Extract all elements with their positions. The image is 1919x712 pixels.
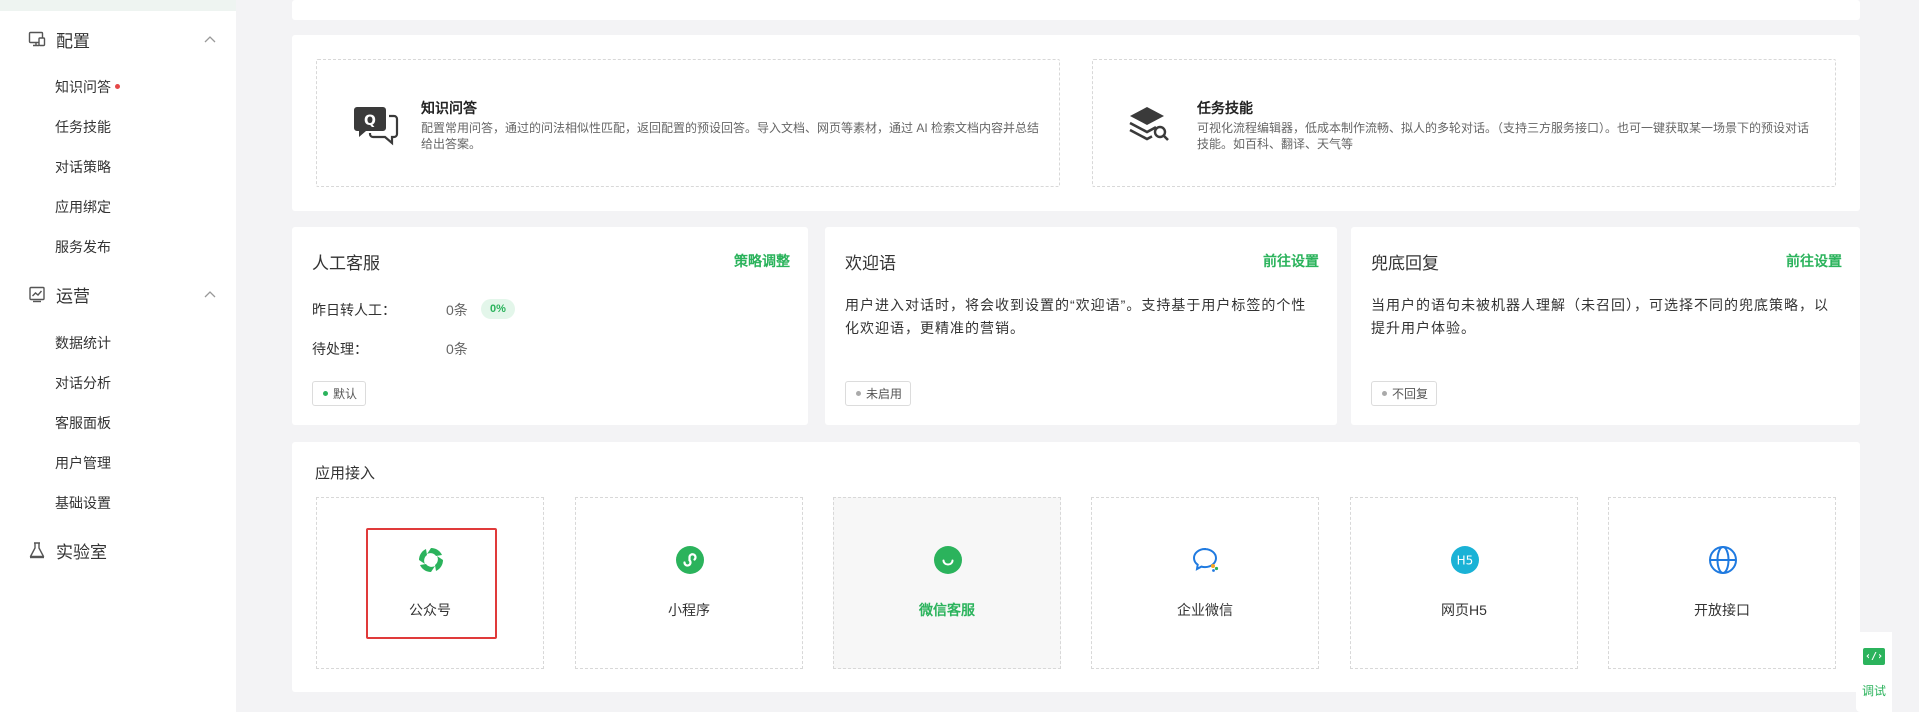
app-tile-official-account[interactable]: 公众号 xyxy=(316,497,544,669)
sidebar-section-label: 运营 xyxy=(56,286,90,306)
sidebar-item-qa[interactable]: 知识问答 xyxy=(55,76,120,98)
sidebar-item-label: 服务发布 xyxy=(55,239,111,255)
sidebar-item-task-skills[interactable]: 任务技能 xyxy=(55,116,111,138)
section-title: 应用接入 xyxy=(315,465,376,482)
welcome-settings-link[interactable]: 前往设置 xyxy=(1263,251,1319,271)
skill-title: 知识问答 xyxy=(421,100,477,116)
status-tag-label: 默认 xyxy=(333,387,358,401)
sidebar-item-label: 数据统计 xyxy=(55,335,111,351)
debug-button[interactable]: ‹/› 调试 xyxy=(1856,632,1892,712)
strategy-adjust-link[interactable]: 策略调整 xyxy=(734,251,790,271)
sidebar-item-label: 对话分析 xyxy=(55,375,111,391)
monitor-icon xyxy=(28,30,46,48)
sidebar-item-label: 基础设置 xyxy=(55,495,111,511)
sidebar-item-service-panel[interactable]: 客服面板 xyxy=(55,412,111,434)
sidebar-item-label: 任务技能 xyxy=(55,119,111,135)
sidebar-item-label: 用户管理 xyxy=(55,455,111,471)
sidebar-selected-item-remnant[interactable] xyxy=(0,0,236,11)
sidebar-item-app-binding[interactable]: 应用绑定 xyxy=(55,196,111,218)
official-account-icon xyxy=(415,544,447,576)
sidebar-item-data-stats[interactable]: 数据统计 xyxy=(55,332,111,354)
app-label: 微信客服 xyxy=(919,602,975,618)
welcome-message-card: 欢迎语 前往设置 用户进入对话时，将会收到设置的“欢迎语”。支持基于用户标签的个… xyxy=(825,227,1337,425)
status-tag-label: 不回复 xyxy=(1392,387,1429,401)
app-tile-mini-program[interactable]: 小程序 xyxy=(575,497,803,669)
status-tag-no-reply[interactable]: 不回复 xyxy=(1371,381,1438,406)
status-dot xyxy=(323,391,328,396)
notification-dot xyxy=(115,83,120,89)
sidebar-item-label: 客服面板 xyxy=(55,415,111,431)
skill-desc: 可视化流程编辑器，低成本制作流畅、拟人的多轮对话。（支持三方服务接口）。也可一键… xyxy=(1197,121,1810,151)
chevron-up-icon[interactable] xyxy=(202,31,218,47)
status-tag-disabled[interactable]: 未启用 xyxy=(845,381,912,406)
sidebar-item-dialog-strategy[interactable]: 对话策略 xyxy=(55,156,111,178)
app-label: 开放接口 xyxy=(1694,602,1750,618)
status-dot xyxy=(856,391,861,396)
yesterday-transfer-value: 0条 xyxy=(446,302,468,318)
pending-value: 0条 xyxy=(446,341,468,357)
sidebar-item-label: 应用绑定 xyxy=(55,199,111,215)
app-label: 网页H5 xyxy=(1441,602,1487,618)
transfer-percent-badge: 0% xyxy=(481,299,515,319)
globe-icon xyxy=(1707,544,1739,576)
sidebar-item-user-management[interactable]: 用户管理 xyxy=(55,452,111,474)
app-label: 企业微信 xyxy=(1177,602,1233,618)
sidebar-section-label: 配置 xyxy=(56,31,90,51)
skill-card-task[interactable]: 任务技能 可视化流程编辑器，低成本制作流畅、拟人的多轮对话。（支持三方服务接口）… xyxy=(1092,59,1836,187)
card-description: 用户进入对话时，将会收到设置的“欢迎语”。支持基于用户标签的个性化欢迎语，更精准… xyxy=(845,297,1307,336)
card-title: 人工客服 xyxy=(312,254,380,273)
flask-icon xyxy=(28,541,46,559)
status-tag-label: 未启用 xyxy=(866,387,903,401)
sidebar-item-label: 知识问答 xyxy=(55,79,111,95)
app-tile-wechat-service[interactable]: 微信客服 xyxy=(833,497,1061,669)
top-card-remnant xyxy=(292,0,1860,20)
h5-icon: H5 xyxy=(1449,544,1481,576)
app-tile-wecom[interactable]: 企业微信 xyxy=(1091,497,1319,669)
chart-icon xyxy=(28,285,46,303)
svg-text:Q: Q xyxy=(364,113,376,129)
mini-program-icon xyxy=(674,544,706,576)
skill-title: 任务技能 xyxy=(1197,100,1253,116)
card-description: 当用户的语句未被机器人理解（未召回），可选择不同的兜底策略，以提升用户体验。 xyxy=(1371,297,1829,336)
sidebar-item-service-publish[interactable]: 服务发布 xyxy=(55,236,111,258)
card-title: 兜底回复 xyxy=(1371,254,1439,273)
app-tile-web-h5[interactable]: H5 网页H5 xyxy=(1350,497,1578,669)
sidebar-section-lab[interactable]: 实验室 xyxy=(28,538,218,562)
sidebar-item-label: 对话策略 xyxy=(55,159,111,175)
skill-desc: 配置常用问答，通过的问法相似性匹配，返回配置的预设回答。导入文档、网页等素材，通… xyxy=(421,121,1040,151)
sidebar-item-dialog-analysis[interactable]: 对话分析 xyxy=(55,372,111,394)
status-tag-default[interactable]: 默认 xyxy=(312,381,367,406)
debug-label: 调试 xyxy=(1861,684,1886,698)
sidebar-section-operations[interactable]: 运营 xyxy=(28,282,218,306)
fallback-reply-card: 兜底回复 前往设置 当用户的语句未被机器人理解（未召回），可选择不同的兜底策略，… xyxy=(1351,227,1860,425)
app-label: 公众号 xyxy=(409,602,451,618)
yesterday-transfer-label: 昨日转人工： xyxy=(312,302,396,318)
chevron-up-icon[interactable] xyxy=(202,286,218,302)
skills-card: Q 知识问答 配置常用问答，通过的问法相似性匹配，返回配置的预设回答。导入文档、… xyxy=(292,35,1860,211)
human-service-card: 人工客服 策略调整 昨日转人工： 0条 0% 待处理： 0条 默认 xyxy=(292,227,808,425)
sidebar-section-label: 实验室 xyxy=(56,542,107,562)
qa-bubble-icon: Q xyxy=(353,104,399,149)
status-dot xyxy=(1382,391,1387,396)
sidebar-item-basic-settings[interactable]: 基础设置 xyxy=(55,492,111,514)
sidebar: 配置 知识问答 任务技能 对话策略 应用绑定 服务发布 运营 数据统计 对话分析… xyxy=(0,0,236,712)
sidebar-section-config[interactable]: 配置 xyxy=(28,27,218,51)
h5-badge-text: H5 xyxy=(1457,554,1474,568)
fallback-settings-link[interactable]: 前往设置 xyxy=(1786,251,1842,271)
skill-card-qa[interactable]: Q 知识问答 配置常用问答，通过的问法相似性匹配，返回配置的预设回答。导入文档、… xyxy=(316,59,1060,187)
code-icon-glyph: ‹/› xyxy=(1864,651,1884,662)
app-tile-open-api[interactable]: 开放接口 xyxy=(1608,497,1836,669)
app-label: 小程序 xyxy=(668,602,710,618)
pending-label: 待处理： xyxy=(312,341,368,357)
code-icon: ‹/› xyxy=(1863,648,1885,665)
wechat-service-icon xyxy=(932,544,964,576)
wecom-icon xyxy=(1190,544,1222,576)
layers-search-icon xyxy=(1127,104,1171,149)
card-title: 欢迎语 xyxy=(845,254,896,273)
